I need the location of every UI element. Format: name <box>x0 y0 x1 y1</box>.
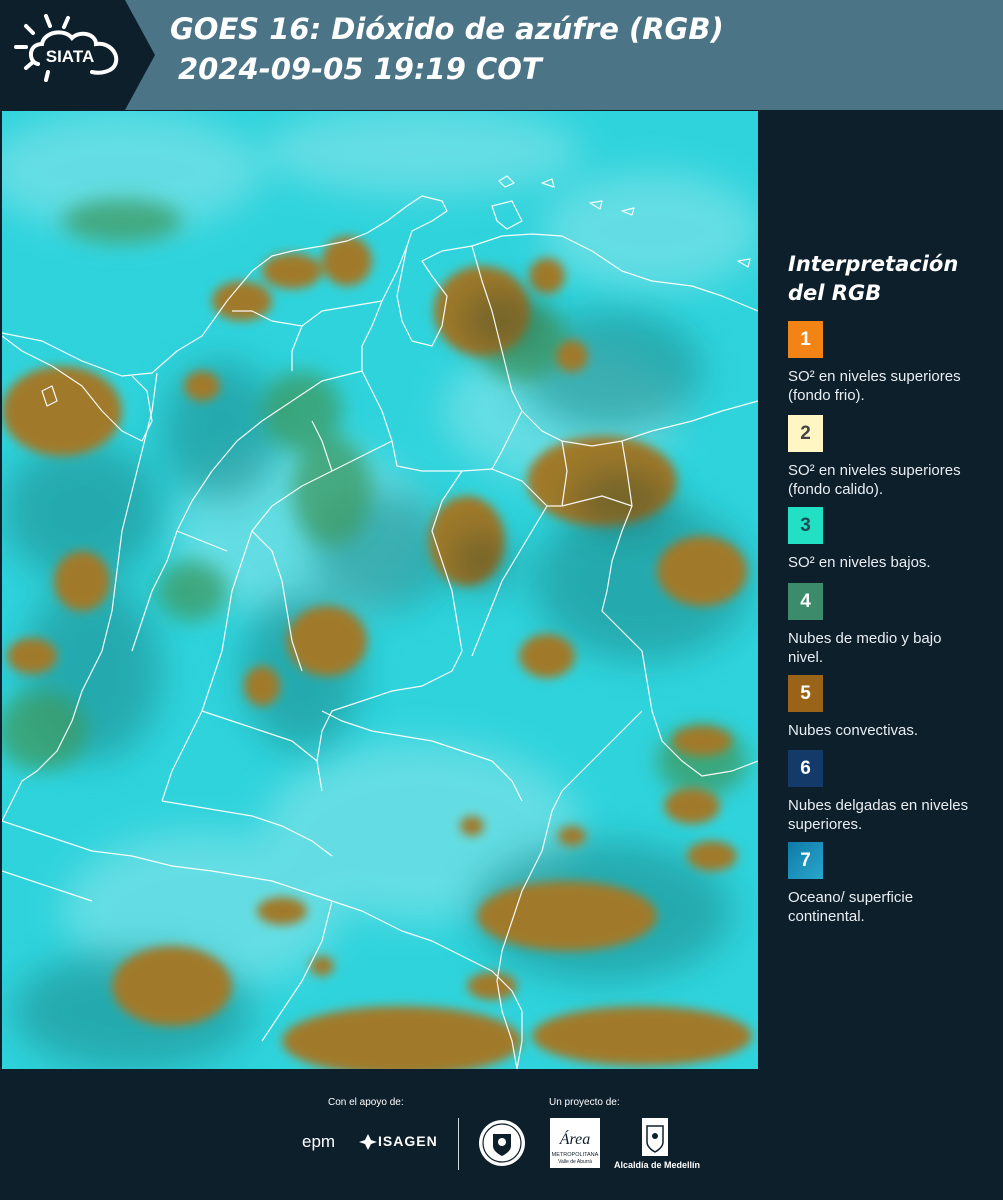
legend-swatch: 1 <box>788 321 823 358</box>
page-title: GOES 16: Dióxido de azúfre (RGB) <box>170 12 724 46</box>
medellin-seal-icon <box>479 1120 525 1166</box>
legend-item-7: 7 Oceano/ superficie continental. <box>788 842 998 926</box>
satellite-map[interactable] <box>2 111 758 1069</box>
area-metropolitana-logo: Área METROPOLITANA Valle de Aburrá <box>550 1118 600 1168</box>
legend-text: SO² en niveles superiores (fondo frio). <box>788 368 961 404</box>
legend-text: SO² en niveles superiores (fondo calido)… <box>788 462 961 498</box>
legend-text: Nubes de medio y bajo nivel. <box>788 630 942 666</box>
legend-swatch: 7 <box>788 842 823 879</box>
project-label: Un proyecto de: <box>549 1097 620 1108</box>
isagen-logo: ISAGEN <box>378 1133 438 1149</box>
svg-text:METROPOLITANA: METROPOLITANA <box>552 1152 599 1158</box>
siata-logo-box: SIATA <box>0 0 155 110</box>
epm-logo: epm <box>302 1132 336 1151</box>
legend-item-3: 3 SO² en niveles bajos. <box>788 507 998 572</box>
support-label: Con el apoyo de: <box>328 1097 404 1108</box>
legend-item-4: 4 Nubes de medio y bajo nivel. <box>788 583 998 667</box>
isagen-icon <box>359 1134 377 1150</box>
svg-text:Área: Área <box>559 1129 591 1148</box>
legend-text: SO² en niveles bajos. <box>788 554 931 571</box>
legend-text: Nubes delgadas en niveles superiores. <box>788 797 969 833</box>
legend-item-2: 2 SO² en niveles superiores (fondo calid… <box>788 415 998 499</box>
legend-swatch: 4 <box>788 583 823 620</box>
legend-text: Oceano/ superficie continental. <box>788 889 914 925</box>
legend-item-1: 1 SO² en niveles superiores (fondo frio)… <box>788 321 998 405</box>
alcaldia-shield-icon <box>642 1118 668 1156</box>
legend-swatch: 3 <box>788 507 823 544</box>
legend-swatch: 5 <box>788 675 823 712</box>
header-bar: SIATA GOES 16: Dióxido de azúfre (RGB) 2… <box>0 0 1003 110</box>
svg-text:Valle de Aburrá: Valle de Aburrá <box>558 1159 592 1165</box>
legend-swatch: 2 <box>788 415 823 452</box>
satellite-map-image <box>2 111 758 1069</box>
siata-logo-text: SIATA <box>46 47 94 66</box>
footer-divider <box>458 1118 459 1170</box>
legend-item-5: 5 Nubes convectivas. <box>788 675 998 740</box>
legend-swatch: 6 <box>788 750 823 787</box>
page-timestamp: 2024-09-05 19:19 COT <box>178 52 542 86</box>
alcaldia-label: Alcaldía de Medellín <box>614 1160 701 1170</box>
legend-title: Interpretación del RGB <box>788 252 959 305</box>
legend-item-6: 6 Nubes delgadas en niveles superiores. <box>788 750 998 834</box>
legend-text: Nubes convectivas. <box>788 722 919 739</box>
